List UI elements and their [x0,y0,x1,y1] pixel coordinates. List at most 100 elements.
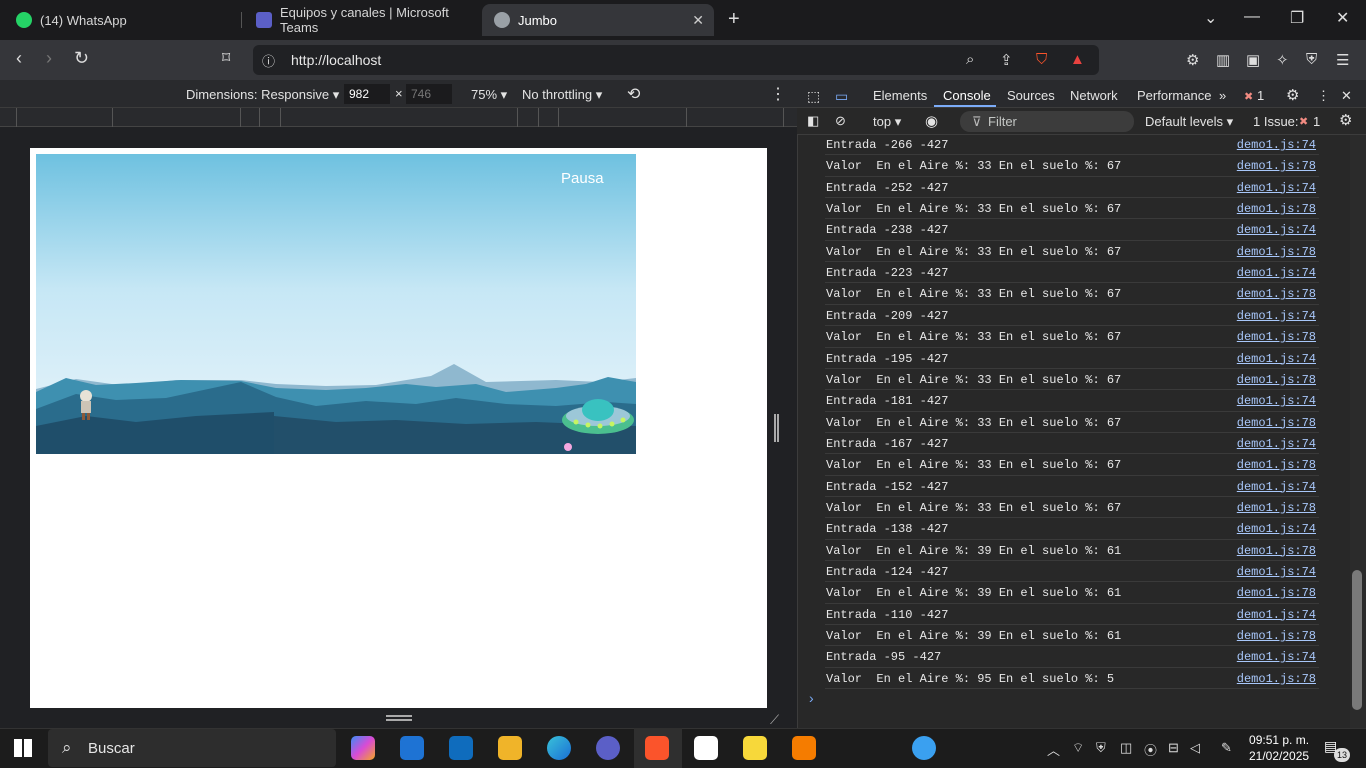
taskbar-clock[interactable]: 09:51 p. m. 21/02/2025 [1249,732,1309,764]
pause-button[interactable]: Pausa [561,170,604,187]
source-link[interactable]: demo1.js:78 [1237,330,1316,344]
console-settings-icon[interactable]: ⚙ [1339,111,1352,129]
forward-button[interactable]: › [46,48,52,69]
source-link[interactable]: demo1.js:78 [1237,629,1316,643]
devtools-menu-icon[interactable]: ⋮ [1317,88,1330,104]
new-tab-button[interactable]: + [728,8,740,31]
tab-elements[interactable]: Elements [873,88,927,103]
source-link[interactable]: demo1.js:74 [1237,394,1316,408]
more-options-icon[interactable]: ⋮ [770,84,786,104]
more-tabs-icon[interactable]: » [1219,88,1226,103]
rotate-icon[interactable]: ⟲ [627,84,640,104]
source-link[interactable]: demo1.js:78 [1237,544,1316,558]
close-devtools-icon[interactable]: ✕ [1341,88,1352,104]
source-link[interactable]: demo1.js:78 [1237,202,1316,216]
leo-ai-icon[interactable]: ✧ [1276,51,1289,69]
help-icon[interactable] [912,736,936,760]
tab-performance[interactable]: Performance [1137,88,1211,103]
source-link[interactable]: demo1.js:78 [1237,373,1316,387]
camera-icon[interactable]: ◫ [1120,740,1132,756]
settings-gear-icon[interactable]: ⚙ [1286,86,1299,104]
pen-icon[interactable]: ✎ [1221,740,1232,756]
source-link[interactable]: demo1.js:74 [1237,181,1316,195]
resize-handle-right[interactable] [774,414,779,442]
source-link[interactable]: demo1.js:78 [1237,586,1316,600]
live-expression-eye-icon[interactable]: ◉ [925,112,938,130]
brave-rewards-icon[interactable]: ▲ [1070,51,1085,68]
brave-icon[interactable] [645,736,669,760]
log-levels-dropdown[interactable]: Default levels ▾ [1145,114,1233,130]
restore-button[interactable]: ❐ [1290,8,1304,28]
wifi-icon[interactable]: ⌔ [1072,740,1084,756]
wallet-icon[interactable]: ▣ [1246,51,1260,69]
source-link[interactable]: demo1.js:78 [1237,416,1316,430]
zoom-dropdown[interactable]: 75% ▾ [471,87,507,103]
store-icon[interactable] [400,736,424,760]
source-link[interactable]: demo1.js:74 [1237,437,1316,451]
info-icon[interactable]: ⓘ [262,51,275,70]
tab-network[interactable]: Network [1070,88,1118,103]
sidebar-toggle-icon[interactable]: ◧ [807,113,819,129]
brave-shield-icon[interactable]: ⛉ [1036,51,1047,68]
show-hidden-icons[interactable]: ︿ [1047,740,1060,759]
width-input[interactable]: 982 [344,84,390,104]
source-link[interactable]: demo1.js:78 [1237,672,1316,686]
tab-teams[interactable]: Equipos y canales | Microsoft Teams [244,4,480,36]
minimize-button[interactable]: — [1244,8,1260,26]
tab-whatsapp[interactable]: (14) WhatsApp [4,4,240,36]
source-link[interactable]: demo1.js:74 [1237,565,1316,579]
issues-label[interactable]: 1 Issue: [1253,114,1299,129]
source-link[interactable]: demo1.js:74 [1237,522,1316,536]
resize-handle-bottom[interactable] [386,715,412,721]
file-explorer-icon[interactable] [498,736,522,760]
share-icon[interactable]: ⇪ [1000,51,1013,69]
source-link[interactable]: demo1.js:74 [1237,309,1316,323]
device-toggle-icon[interactable]: ▭ [835,88,848,105]
scrollbar-thumb[interactable] [1352,570,1362,710]
notion-icon[interactable] [694,736,718,760]
source-link[interactable]: demo1.js:74 [1237,266,1316,280]
dimensions-dropdown[interactable]: Dimensions: Responsive ▾ [186,87,339,103]
xampp-icon[interactable] [792,736,816,760]
close-tab-icon[interactable]: ✕ [692,12,704,29]
volume-icon[interactable]: ◁ [1190,740,1200,756]
game-canvas[interactable] [36,154,636,454]
issues-count[interactable]: 1 [1313,114,1320,129]
source-link[interactable]: demo1.js:74 [1237,138,1316,152]
source-link[interactable]: demo1.js:74 [1237,223,1316,237]
source-link[interactable]: demo1.js:74 [1237,608,1316,622]
windows-start-icon[interactable] [14,739,32,757]
context-selector[interactable]: top ▾ [873,114,901,130]
height-input[interactable]: 746 [406,84,452,104]
tab-search-chevron-icon[interactable]: ⌄ [1204,8,1217,28]
sidebar-icon[interactable]: ▥ [1216,51,1230,69]
inspect-element-icon[interactable]: ⬚ [807,88,820,105]
source-link[interactable]: demo1.js:78 [1237,287,1316,301]
bookmark-icon[interactable]: ⌑ [222,48,230,68]
clear-console-icon[interactable]: ⊘ [835,113,846,129]
discord-icon[interactable] [596,736,620,760]
tab-jumbo[interactable]: Jumbo ✕ [482,4,714,36]
tab-console[interactable]: Console [943,88,991,103]
outlook-icon[interactable] [449,736,473,760]
close-window-button[interactable]: ✕ [1336,8,1349,28]
source-link[interactable]: demo1.js:74 [1237,480,1316,494]
console-prompt-icon[interactable]: › [809,690,814,706]
copilot-icon[interactable] [351,736,375,760]
resize-corner-icon[interactable]: ⟋ [770,712,779,728]
menu-icon[interactable]: ☰ [1336,51,1349,69]
source-link[interactable]: demo1.js:74 [1237,650,1316,664]
security-icon[interactable]: ⛨ [1096,740,1106,756]
network-icon[interactable]: ⊟ [1168,740,1179,756]
source-link[interactable]: demo1.js:78 [1237,458,1316,472]
edge-icon[interactable] [547,736,571,760]
vpn-icon[interactable]: ⛨ [1306,51,1317,68]
reload-button[interactable]: ↻ [74,48,89,69]
filter-input[interactable] [960,111,1134,132]
source-link[interactable]: demo1.js:78 [1237,245,1316,259]
tab-sources[interactable]: Sources [1007,88,1055,103]
url-text[interactable]: http://localhost [291,52,381,68]
sticky-notes-icon[interactable] [743,736,767,760]
back-button[interactable]: ‹ [16,48,22,69]
throttling-dropdown[interactable]: No throttling ▾ [522,87,602,103]
